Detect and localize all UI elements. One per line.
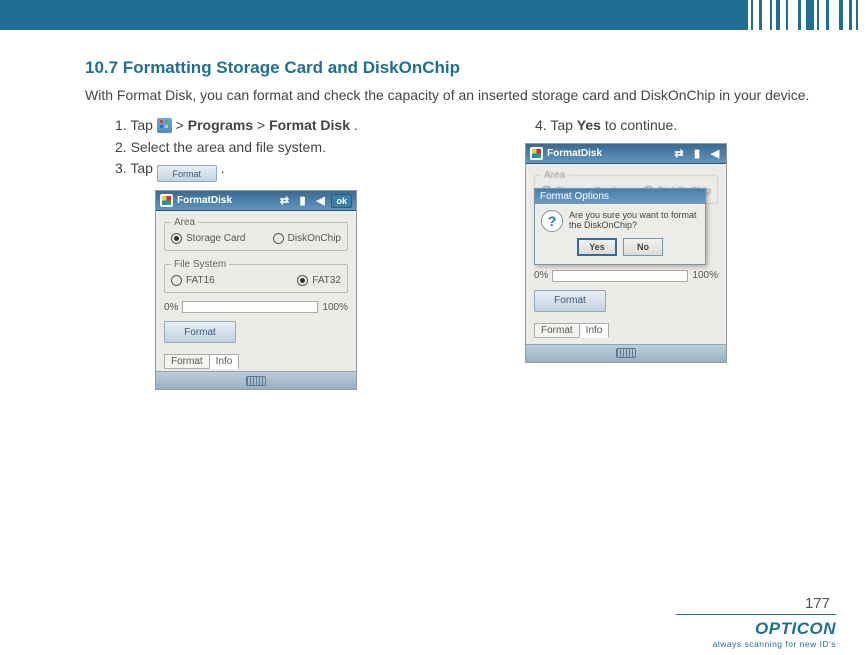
tab-info[interactable]: Info bbox=[579, 323, 610, 338]
tab-info[interactable]: Info bbox=[209, 354, 240, 369]
device-bottombar bbox=[526, 344, 726, 362]
step4-end: to continue. bbox=[605, 117, 677, 133]
tabs: Format Info bbox=[164, 351, 348, 369]
intro-paragraph: With Format Disk, you can format and che… bbox=[85, 86, 826, 105]
pct-0: 0% bbox=[534, 270, 548, 281]
pct-100: 100% bbox=[322, 302, 348, 313]
device1-titlebar: FormatDisk ⇄ ▮ ◀ ok bbox=[156, 191, 356, 211]
step1-end: . bbox=[354, 117, 358, 133]
device-bottombar bbox=[156, 371, 356, 389]
page-number: 177 bbox=[676, 595, 836, 612]
area-legend: Area bbox=[171, 217, 198, 228]
opticon-logo: OPTICON bbox=[676, 619, 836, 639]
progress-row: 0% 100% bbox=[164, 301, 348, 313]
steps-list-right: 4. Tap Yes to continue. bbox=[505, 115, 865, 137]
barcode-decoration bbox=[748, 0, 866, 30]
format-button-inline: Format bbox=[157, 165, 217, 182]
tagline: always scanning for new ID's bbox=[676, 639, 836, 649]
ok-button[interactable]: ok bbox=[331, 194, 352, 208]
keyboard-icon[interactable] bbox=[616, 348, 636, 358]
radio-fat32[interactable]: FAT32 bbox=[297, 275, 341, 286]
question-icon: ? bbox=[541, 210, 563, 232]
format-button[interactable]: Format bbox=[164, 321, 236, 343]
radio-label: Storage Card bbox=[186, 233, 245, 244]
left-column: 1. Tap > Programs > Format Disk . 2. Sel… bbox=[85, 115, 445, 390]
dialog-message: Are you sure you want to format the Disk… bbox=[569, 210, 699, 230]
start-icon bbox=[157, 118, 172, 133]
volume-icon: ◀ bbox=[313, 194, 327, 208]
tab-format[interactable]: Format bbox=[164, 354, 210, 369]
tab-format[interactable]: Format bbox=[534, 323, 580, 338]
yes-button[interactable]: Yes bbox=[577, 238, 617, 256]
step1-pre: 1. Tap bbox=[115, 117, 157, 133]
signal-icon: ▮ bbox=[295, 194, 309, 208]
area-fieldset: Area Storage Card DiskOnChip bbox=[164, 217, 348, 251]
dialog-title: Format Options bbox=[535, 189, 705, 204]
step1-sep: > bbox=[176, 117, 188, 133]
step3-end: . bbox=[221, 160, 225, 176]
device2-title: FormatDisk bbox=[547, 148, 602, 159]
radio-label: FAT16 bbox=[186, 275, 215, 286]
header-bar bbox=[0, 0, 866, 30]
fs-legend: File System bbox=[171, 259, 229, 270]
steps-list-left: 1. Tap > Programs > Format Disk . 2. Sel… bbox=[85, 115, 445, 182]
progress-bar bbox=[182, 301, 318, 313]
step-4: 4. Tap Yes to continue. bbox=[535, 115, 865, 137]
tabs: Format Info bbox=[534, 320, 718, 338]
start-flag-icon bbox=[160, 194, 173, 207]
area-legend: Area bbox=[541, 170, 568, 181]
confirm-dialog: Format Options ? Are you sure you want t… bbox=[534, 188, 706, 265]
pct-100: 100% bbox=[692, 270, 718, 281]
step1-programs: Programs bbox=[188, 117, 253, 133]
step3-pre: 3. Tap bbox=[115, 160, 157, 176]
step-2: 2. Select the area and file system. bbox=[115, 137, 445, 159]
page-content: 10.7 Formatting Storage Card and DiskOnC… bbox=[0, 30, 866, 390]
radio-storage-card[interactable]: Storage Card bbox=[171, 233, 245, 244]
step4-yes: Yes bbox=[577, 117, 601, 133]
step1-mid: > bbox=[257, 117, 269, 133]
radio-label: FAT32 bbox=[312, 275, 341, 286]
radio-diskonchip[interactable]: DiskOnChip bbox=[273, 233, 341, 244]
keyboard-icon[interactable] bbox=[246, 376, 266, 386]
signal-icon: ▮ bbox=[690, 146, 704, 160]
progress-row: 0% 100% bbox=[534, 270, 718, 282]
radio-dot-off-icon bbox=[273, 233, 284, 244]
no-button[interactable]: No bbox=[623, 238, 663, 256]
step1-formatdisk: Format Disk bbox=[269, 117, 350, 133]
right-column: 4. Tap Yes to continue. FormatDisk ⇄ ▮ ◀… bbox=[505, 115, 865, 390]
step4-pre: 4. Tap bbox=[535, 117, 577, 133]
step-1: 1. Tap > Programs > Format Disk . bbox=[115, 115, 445, 137]
device1-title: FormatDisk bbox=[177, 195, 232, 206]
start-flag-icon bbox=[530, 147, 543, 160]
format-button[interactable]: Format bbox=[534, 290, 606, 312]
filesystem-fieldset: File System FAT16 FAT32 bbox=[164, 259, 348, 293]
section-heading: 10.7 Formatting Storage Card and DiskOnC… bbox=[85, 58, 826, 78]
radio-dot-on-icon bbox=[297, 275, 308, 286]
radio-label: DiskOnChip bbox=[288, 233, 341, 244]
page-footer: 177 OPTICON always scanning for new ID's bbox=[676, 595, 836, 649]
radio-dot-off-icon bbox=[171, 275, 182, 286]
radio-fat16[interactable]: FAT16 bbox=[171, 275, 215, 286]
connectivity-icon: ⇄ bbox=[672, 146, 686, 160]
progress-bar bbox=[552, 270, 688, 282]
device2-titlebar: FormatDisk ⇄ ▮ ◀ bbox=[526, 144, 726, 164]
step-3: 3. Tap Format . bbox=[115, 158, 445, 182]
pct-0: 0% bbox=[164, 302, 178, 313]
connectivity-icon: ⇄ bbox=[277, 194, 291, 208]
volume-icon: ◀ bbox=[708, 146, 722, 160]
device-screenshot-1: FormatDisk ⇄ ▮ ◀ ok Area Storage Card bbox=[155, 190, 357, 390]
device-screenshot-2: FormatDisk ⇄ ▮ ◀ Area Storage Card bbox=[525, 143, 727, 363]
radio-dot-on-icon bbox=[171, 233, 182, 244]
footer-rule bbox=[676, 614, 836, 615]
